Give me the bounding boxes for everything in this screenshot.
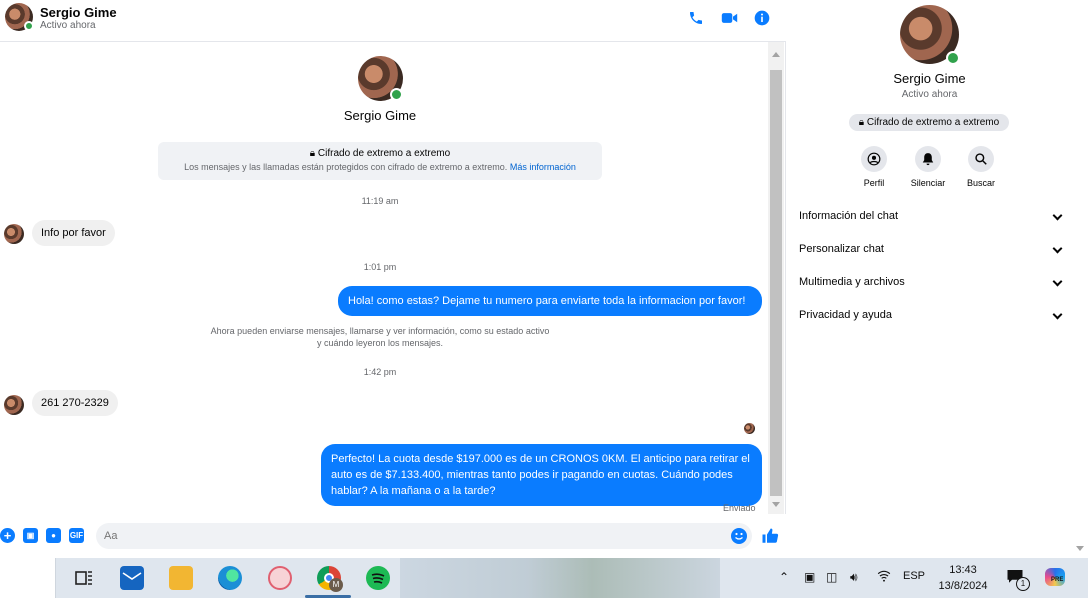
chevron-down-icon [1052,243,1063,254]
section-chat-info[interactable]: Información del chat [799,210,1063,230]
copilot-icon[interactable]: PRE [1045,568,1065,586]
chat-pane: Sergio Gime Activo ahora Sergio Gime 🔒︎ … [0,0,786,558]
mail-icon[interactable] [120,566,144,590]
online-indicator [24,21,34,31]
info-icon[interactable] [753,9,771,27]
incoming-message[interactable]: Info por favor [32,220,115,246]
incoming-message[interactable]: 261 270-2329 [32,390,118,416]
gif-icon[interactable]: GIF [69,528,84,543]
image-icon[interactable]: ▣ [23,528,38,543]
chat-scrollbar[interactable] [768,42,784,514]
e2e-notice: 🔒︎ Cifrado de extremo a extremo Los mens… [158,142,602,180]
e2e-title: Cifrado de extremo a extremo [317,148,451,159]
profile-icon [861,146,887,172]
like-icon[interactable] [761,527,779,545]
wallpaper-strip [400,558,720,598]
composer: + ▣ ● GIF [0,514,786,558]
contact-name[interactable]: Sergio Gime [40,5,117,20]
sticker-icon[interactable]: ● [46,528,61,543]
chevron-down-icon [1052,309,1063,320]
chevron-down-icon [1052,276,1063,287]
bell-icon [915,146,941,172]
info-contact-name: Sergio Gime [893,71,966,86]
message-list: Sergio Gime 🔒︎ Cifrado de extremo a extr… [0,42,768,514]
section-media-files[interactable]: Multimedia y archivos [799,276,1063,296]
outgoing-message[interactable]: Hola! como estas? Dejame tu numero para … [338,286,762,316]
profile-button[interactable]: Perfil [844,146,904,188]
info-contact-status: Activo ahora [901,89,958,100]
scroll-down-arrow[interactable] [772,502,780,507]
notifications-icon[interactable]: 1 [1006,568,1030,591]
clock-date: 13/8/2024 [938,580,988,592]
file-explorer-icon[interactable] [169,566,193,590]
chevron-down-icon [1052,210,1063,221]
taskbar-search[interactable] [0,558,56,598]
search-label: Buscar [966,178,995,188]
sent-status: Enviado [723,503,756,513]
contact-status: Activo ahora [40,20,96,31]
e2e-badge[interactable]: 🔒︎ Cifrado de extremo a extremo [849,114,1009,131]
edge-icon[interactable] [218,566,242,590]
timestamp: 11:19 am [361,196,399,206]
copilot-badge: PRE [1051,577,1064,583]
thread-contact-name: Sergio Gime [343,108,417,123]
task-view-icon[interactable] [72,566,96,590]
timestamp: 1:01 pm [363,262,397,272]
notification-count: 1 [1016,577,1030,591]
spotify-icon[interactable] [366,566,390,590]
online-indicator [390,88,403,101]
e2e-description: Los mensajes y las llamadas están proteg… [184,162,508,172]
phone-icon[interactable] [687,9,705,27]
messenger-window: Sergio Gime Activo ahora Sergio Gime 🔒︎ … [0,0,1088,558]
chat-info-panel: Sergio Gime Activo ahora 🔒︎ Cifrado de e… [787,0,1072,558]
more-info-link[interactable]: Más información [510,162,576,172]
mute-label: Silenciar [910,178,946,188]
system-clock[interactable]: 13:43 13/8/2024 [934,562,992,594]
video-call-icon[interactable] [720,9,738,27]
search-icon [968,146,994,172]
message-input[interactable] [96,523,716,549]
meet-now-icon[interactable]: ▣ [804,570,815,584]
clock-time: 13:43 [949,564,977,576]
sender-avatar[interactable] [4,395,24,415]
section-privacy-help[interactable]: Privacidad y ayuda [799,309,1063,329]
profile-label: Perfil [863,178,885,188]
section-customize-chat[interactable]: Personalizar chat [799,243,1063,263]
plus-icon[interactable]: + [0,528,15,543]
system-notice: Ahora pueden enviarse mensajes, llamarse… [210,326,550,348]
show-hidden-icons-icon[interactable]: ⌃ [779,570,789,584]
taskbar: M ⌃ ▣ ◫ 🔊︎ ESP 13:43 13/8/2024 1 PRE [0,558,1088,598]
timestamp: 1:42 pm [363,367,397,377]
scroll-up-arrow[interactable] [772,52,780,57]
chrome-profile-badge: M [329,578,343,592]
battery-icon[interactable]: ◫ [826,570,837,584]
emoji-icon[interactable] [731,528,747,544]
snipping-tool-icon[interactable] [268,566,292,590]
language-indicator[interactable]: ESP [903,570,925,582]
mute-button[interactable]: Silenciar [898,146,958,188]
scroll-down-arrow[interactable] [1076,546,1084,551]
online-indicator [946,51,960,65]
lock-icon: 🔒︎ [858,117,865,128]
search-button[interactable]: Buscar [951,146,1011,188]
message-input-wrapper [96,523,752,549]
read-receipt-avatar [744,423,755,434]
lock-icon: 🔒︎ [309,148,316,159]
outgoing-message[interactable]: Perfecto! La cuota desde $197.000 es de … [321,444,762,506]
volume-icon[interactable]: 🔊︎ [850,570,858,585]
sender-avatar[interactable] [4,224,24,244]
wifi-icon[interactable] [877,570,891,585]
chat-header: Sergio Gime Activo ahora [0,0,786,42]
chrome-icon[interactable]: M [317,566,343,592]
page-scrollbar[interactable] [1072,0,1088,558]
scroll-thumb[interactable] [770,70,782,496]
